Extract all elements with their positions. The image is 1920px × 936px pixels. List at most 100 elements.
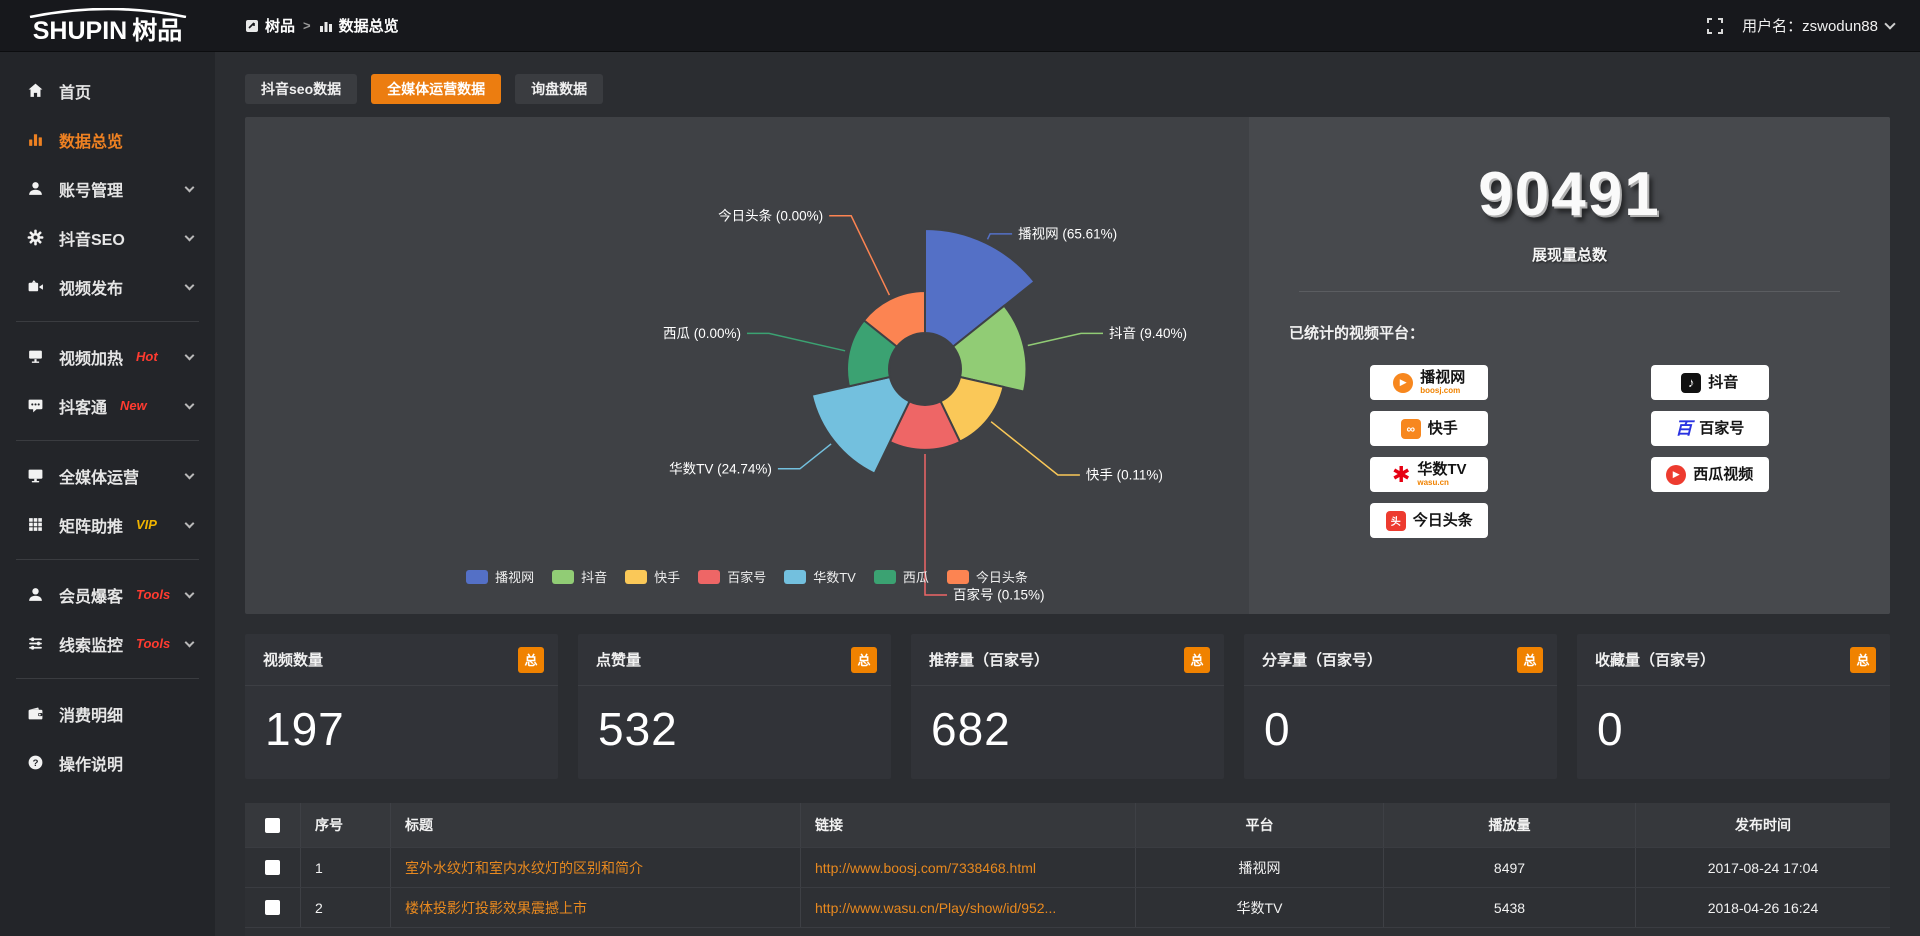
platform-name: 抖音	[1708, 375, 1738, 390]
platform-badge-百家号[interactable]: 百百家号	[1651, 411, 1769, 446]
row-checkbox-cell	[245, 888, 301, 927]
wasu-logo: ✱	[1392, 464, 1410, 486]
legend-item-华数TV[interactable]: 华数TV	[784, 567, 856, 586]
tab-2[interactable]: 全媒体运营数据	[371, 74, 501, 104]
total-badge[interactable]: 总	[1850, 647, 1876, 673]
stat-card-header: 点赞量 总	[578, 634, 891, 686]
tab-3[interactable]: 询盘数据	[515, 74, 603, 104]
table-cell-time: 2017-08-24 17:04	[1636, 848, 1890, 887]
question-icon: ?	[26, 754, 44, 772]
sidebar-item-6[interactable]: 视频加热Hot	[0, 332, 215, 381]
sidebar-item-3[interactable]: 账号管理	[0, 164, 215, 213]
chart-icon	[319, 19, 333, 33]
sidebar-item-13[interactable]: ?操作说明	[0, 738, 215, 787]
table-cell-title[interactable]: 室外水纹灯和室内水纹灯的区别和简介	[391, 848, 801, 887]
legend-swatch	[784, 570, 806, 584]
stat-card-title: 点赞量	[596, 649, 641, 670]
platform-badge-text: 华数TVwasu.cn	[1417, 462, 1466, 487]
stat-card-title: 收藏量（百家号）	[1595, 649, 1715, 670]
legend-label: 华数TV	[813, 567, 856, 586]
platform-badge-快手[interactable]: ∞快手	[1370, 411, 1488, 446]
chevron-down-icon	[185, 588, 195, 598]
stat-card-header: 收藏量（百家号） 总	[1577, 634, 1890, 686]
platform-badge-text: 今日头条	[1413, 513, 1473, 528]
username-text[interactable]: 用户名：zswodun88	[1742, 15, 1894, 36]
platform-badge-text: 百家号	[1699, 421, 1744, 436]
topbar-right: 用户名：zswodun88	[1706, 15, 1920, 36]
boosj-logo: ▶	[1393, 373, 1413, 393]
app-root: SHUPIN树品 树品 > 数据总览 用户名：zswodun88	[0, 0, 1920, 936]
sidebar-item-10[interactable]: 会员爆客Tools	[0, 570, 215, 619]
chart-legend: 播视网抖音快手 百家号 华数TV 西瓜今日头条	[245, 567, 1249, 586]
platform-name: 华数TV	[1417, 462, 1466, 477]
row-checkbox[interactable]	[265, 900, 280, 915]
kuaishou-logo: ∞	[1401, 419, 1421, 439]
table-cell-title[interactable]: 楼体投影灯投影效果震撼上市	[391, 888, 801, 927]
legend-label: 百家号	[727, 567, 766, 586]
video-upload-icon	[26, 278, 44, 296]
legend-item-抖音[interactable]: 抖音	[552, 567, 607, 586]
sidebar-item-12[interactable]: 消费明细	[0, 689, 215, 738]
table-row-partial	[245, 927, 1890, 936]
platform-badge-今日头条[interactable]: 头今日头条	[1370, 503, 1488, 538]
sidebar-item-7[interactable]: 抖客通New	[0, 381, 215, 430]
stat-card-title: 分享量（百家号）	[1262, 649, 1382, 670]
legend-item-百家号[interactable]: 百家号	[698, 567, 766, 586]
breadcrumb-item-page[interactable]: 数据总览	[319, 15, 399, 36]
sidebar-item-8[interactable]: 全媒体运营	[0, 451, 215, 500]
chevron-down-icon	[1884, 18, 1895, 29]
table-cell-link[interactable]: http://www.wasu.cn/Play/show/id/952...	[801, 888, 1136, 927]
pie-label-line	[778, 444, 831, 469]
breadcrumb-item-home[interactable]: 树品	[245, 15, 295, 36]
chat-icon	[26, 397, 44, 415]
chevron-down-icon	[185, 182, 195, 192]
legend-item-快手[interactable]: 快手	[625, 567, 680, 586]
fullscreen-icon[interactable]	[1706, 17, 1724, 35]
platform-badge-华数TV[interactable]: ✱ 华数TVwasu.cn	[1370, 457, 1488, 492]
table-header-row: 序号标题链接平台播放量发布时间	[245, 803, 1890, 847]
sidebar-item-2[interactable]: 数据总览	[0, 115, 215, 164]
stat-card-value: 197	[245, 686, 558, 772]
stat-card-value: 532	[578, 686, 891, 772]
wallet-icon	[26, 705, 44, 723]
logo-cn: 树品	[132, 17, 182, 45]
platforms-grid: ▶播视网boosj.com ∞快手 ✱ 华数TVwasu.cn 头今日头条 ♪ 抖音百百家…	[1289, 365, 1850, 538]
gear-icon	[26, 229, 44, 247]
table-cell-seq: 2	[301, 888, 391, 927]
pie-slice-华数TV[interactable]	[812, 377, 910, 474]
platform-badge-西瓜视频[interactable]: ▶西瓜视频	[1651, 457, 1769, 492]
row-checkbox[interactable]	[265, 860, 280, 875]
chevron-down-icon	[185, 637, 195, 647]
total-badge[interactable]: 总	[1184, 647, 1210, 673]
sidebar-item-5[interactable]: 视频发布	[0, 262, 215, 311]
logo-en: SHUPIN	[33, 17, 127, 45]
legend-item-播视网[interactable]: 播视网	[466, 567, 534, 586]
sidebar-menu: 首页数据总览账号管理抖音SEO视频发布视频加热Hot抖客通New 全媒体运营矩阵助…	[0, 66, 215, 787]
tab-1[interactable]: 抖音seo数据	[245, 74, 357, 104]
pie-label: 快手 (0.11%)	[1086, 468, 1163, 483]
table-cell-platform: 华数TV	[1136, 888, 1384, 927]
legend-item-西瓜[interactable]: 西瓜	[874, 567, 929, 586]
select-all-checkbox[interactable]	[265, 818, 280, 833]
platform-badge-抖音[interactable]: ♪ 抖音	[1651, 365, 1769, 400]
table-cell-link[interactable]: http://www.boosj.com/7338468.html	[801, 848, 1136, 887]
stat-cards: 视频数量总197点赞量总532推荐量（百家号）总682分享量（百家号）总0收藏量…	[245, 634, 1890, 779]
sidebar-item-label: 视频加热	[59, 345, 123, 369]
sidebar-item-4[interactable]: 抖音SEO	[0, 213, 215, 262]
douyin-logo: ♪	[1681, 373, 1701, 393]
sidebar-divider	[16, 559, 199, 560]
sidebar-item-9[interactable]: 矩阵助推VIP	[0, 500, 215, 549]
legend-label: 播视网	[495, 567, 534, 586]
total-badge[interactable]: 总	[851, 647, 877, 673]
total-badge[interactable]: 总	[1517, 647, 1543, 673]
pie-svg: 播视网 (65.61%)抖音 (9.40%)快手 (0.11%)百家号 (0.1…	[245, 117, 1249, 614]
chevron-down-icon	[185, 280, 195, 290]
sidebar-item-1[interactable]: 首页	[0, 66, 215, 115]
platform-name: 西瓜视频	[1693, 467, 1753, 482]
grid-icon	[26, 516, 44, 534]
total-impressions-label: 展现量总数	[1289, 244, 1850, 265]
total-badge[interactable]: 总	[518, 647, 544, 673]
legend-item-今日头条[interactable]: 今日头条	[947, 567, 1028, 586]
sidebar-item-11[interactable]: 线索监控Tools	[0, 619, 215, 668]
platform-badge-播视网[interactable]: ▶播视网boosj.com	[1370, 365, 1488, 400]
